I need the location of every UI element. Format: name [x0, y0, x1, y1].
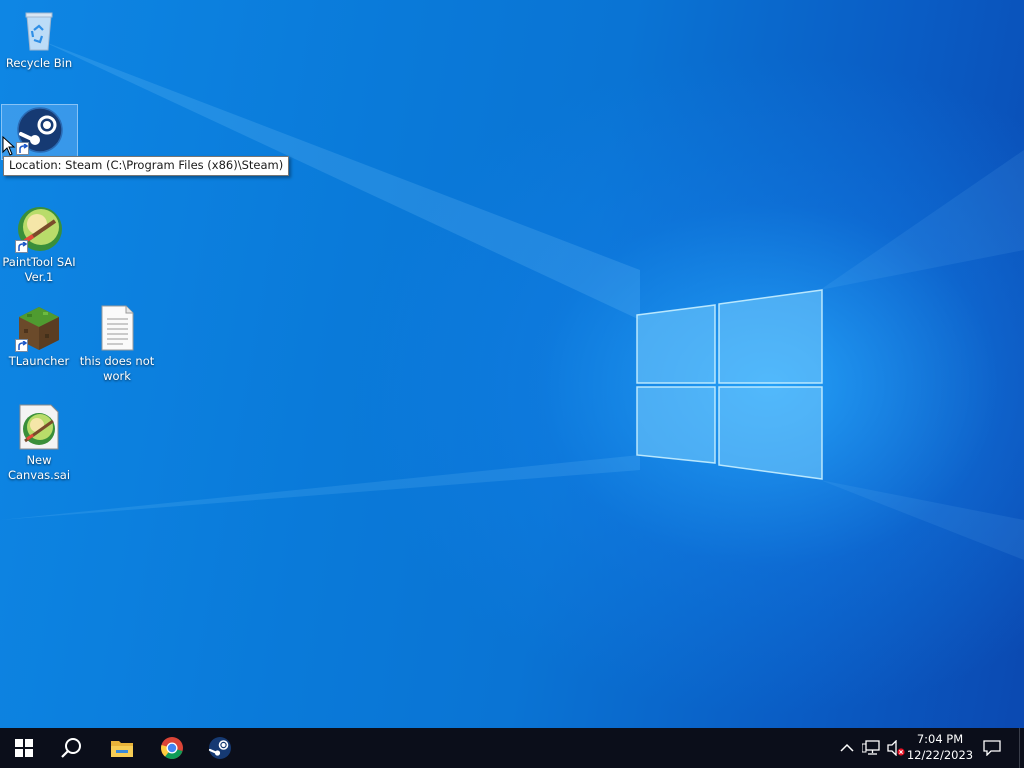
- location-tooltip: Location: Steam (C:\Program Files (x86)\…: [3, 156, 290, 176]
- clock-date: 12/22/2023: [906, 748, 974, 762]
- recycle-bin-icon: [15, 6, 63, 54]
- icon-label: PaintTool SAI Ver.1: [2, 255, 76, 284]
- steam-taskbar-button[interactable]: [196, 728, 244, 768]
- start-button[interactable]: [0, 728, 48, 768]
- desktop[interactable]: Recycle Bin PaintTool SAI Ver.1 TLaunche…: [0, 0, 1024, 728]
- network-status-button[interactable]: [859, 728, 883, 768]
- volume-muted-icon: [887, 740, 905, 756]
- icon-label: TLauncher: [8, 354, 70, 368]
- action-center-button[interactable]: [978, 728, 1006, 768]
- search-button[interactable]: [48, 728, 96, 768]
- mouse-cursor-icon: [2, 136, 16, 156]
- tlauncher-icon: [15, 304, 63, 352]
- search-icon: [61, 738, 81, 758]
- sai-canvas-file[interactable]: New Canvas.sai: [0, 403, 78, 483]
- icon-label: New Canvas.sai: [7, 453, 71, 482]
- action-center-icon: [983, 740, 1001, 756]
- shortcut-arrow-icon: [16, 142, 29, 155]
- shortcut-arrow-icon: [15, 339, 28, 352]
- icon-label: Recycle Bin: [5, 56, 73, 70]
- painttool-sai-shortcut[interactable]: PaintTool SAI Ver.1: [0, 205, 78, 285]
- start-icon: [15, 739, 33, 757]
- windows-logo: [636, 289, 823, 480]
- taskbar: 7:04 PM 12/22/2023: [0, 728, 1024, 768]
- steam-icon: [16, 107, 64, 155]
- clock-time: 7:04 PM: [916, 732, 964, 746]
- file-explorer-button[interactable]: [98, 728, 146, 768]
- network-icon: [862, 740, 880, 755]
- tlauncher-shortcut[interactable]: TLauncher: [0, 304, 78, 369]
- chevron-up-icon: [840, 743, 854, 752]
- file-explorer-icon: [111, 741, 133, 757]
- painttool-sai-icon: [15, 205, 63, 253]
- show-hidden-icons-button[interactable]: [836, 728, 858, 768]
- chrome-icon: [161, 737, 183, 759]
- system-clock[interactable]: 7:04 PM 12/22/2023: [904, 731, 976, 763]
- sai-canvas-file-icon: [15, 403, 63, 451]
- steam-icon: [208, 737, 231, 759]
- shortcut-arrow-icon: [15, 240, 28, 253]
- show-desktop-button[interactable]: [1019, 728, 1024, 768]
- recycle-bin-shortcut[interactable]: Recycle Bin: [0, 6, 78, 71]
- chrome-button[interactable]: [148, 728, 196, 768]
- text-document-icon: [93, 304, 141, 352]
- text-document-file[interactable]: this does not work: [78, 304, 156, 384]
- icon-label: this does not work: [79, 354, 155, 383]
